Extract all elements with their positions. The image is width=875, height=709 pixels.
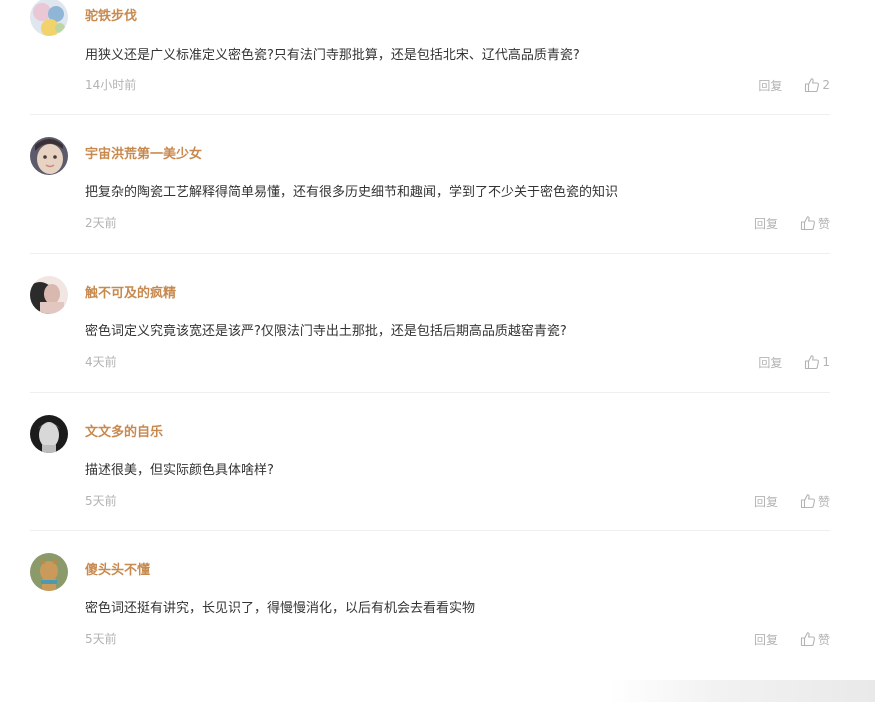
like-button[interactable]: 赞	[800, 631, 830, 648]
like-button[interactable]: 2	[804, 77, 830, 93]
comment-item: 宇宙洪荒第一美少女 把复杂的陶瓷工艺解释得简单易懂，还有很多历史细节和趣闻，学到…	[30, 137, 830, 262]
comment-text: 描述很美，但实际颜色具体啥样?	[85, 463, 274, 478]
divider	[30, 530, 830, 531]
comment-text: 把复杂的陶瓷工艺解释得简单易懂，还有很多历史细节和趣闻，学到了不少关于密色瓷的知…	[85, 185, 619, 200]
comment-actions: 回复 赞	[754, 492, 830, 510]
like-button[interactable]: 赞	[800, 215, 830, 232]
comment-item: 驼铁步伐 用狭义还是广义标准定义密色瓷?只有法门寺那批算，还是包括北宋、辽代高品…	[30, 0, 830, 125]
divider	[30, 392, 830, 393]
reply-button[interactable]: 回复	[758, 354, 782, 371]
username[interactable]: 宇宙洪荒第一美少女	[85, 147, 202, 163]
thumbs-up-icon	[800, 494, 815, 509]
divider	[30, 253, 830, 254]
comment-text: 密色词还挺有讲究，长见识了，得慢慢消化，以后有机会去看看实物	[85, 601, 476, 616]
avatar[interactable]	[30, 276, 68, 314]
watermark-blur	[610, 680, 875, 702]
thumbs-up-icon	[805, 355, 820, 370]
comment-item: 傻头头不懂 密色词还挺有讲究，长见识了，得慢慢消化，以后有机会去看看实物 5天前…	[30, 553, 830, 678]
like-button[interactable]: 赞	[800, 493, 830, 510]
comment-actions: 回复 2	[758, 76, 830, 94]
reply-button[interactable]: 回复	[754, 215, 778, 232]
like-count: 1	[822, 355, 830, 369]
reply-button[interactable]: 回复	[758, 77, 782, 94]
thumbs-up-icon	[800, 632, 815, 647]
comment-item: 触不可及的疯精 密色词定义究竟该宽还是该严?仅限法门寺出土那批，还是包括后期高品…	[30, 276, 830, 401]
like-count: 2	[822, 78, 830, 92]
thumbs-up-icon	[800, 216, 815, 231]
timestamp: 2天前	[85, 216, 117, 230]
like-count: 赞	[817, 494, 830, 509]
username[interactable]: 傻头头不懂	[85, 563, 150, 579]
avatar-image	[30, 553, 68, 591]
avatar[interactable]	[30, 415, 68, 453]
comment-text: 密色词定义究竟该宽还是该严?仅限法门寺出土那批，还是包括后期高品质越窑青瓷?	[85, 324, 567, 339]
like-count: 赞	[817, 216, 830, 231]
timestamp: 14小时前	[85, 78, 137, 92]
avatar-image	[30, 137, 68, 175]
like-count: 赞	[817, 632, 830, 647]
avatar-image	[30, 276, 68, 314]
username[interactable]: 触不可及的疯精	[85, 286, 176, 302]
timestamp: 5天前	[85, 494, 117, 508]
timestamp: 4天前	[85, 355, 117, 369]
username[interactable]: 文文多的自乐	[85, 425, 163, 441]
username[interactable]: 驼铁步伐	[85, 9, 137, 25]
divider	[30, 114, 830, 115]
avatar[interactable]	[30, 553, 68, 591]
reply-button[interactable]: 回复	[754, 631, 778, 648]
thumbs-up-icon	[805, 78, 820, 93]
comment-actions: 回复 赞	[754, 214, 830, 232]
like-button[interactable]: 1	[804, 354, 830, 370]
comment-actions: 回复 1	[758, 353, 830, 371]
reply-button[interactable]: 回复	[754, 493, 778, 510]
timestamp: 5天前	[85, 632, 117, 646]
avatar[interactable]	[30, 0, 68, 36]
comment-item: 文文多的自乐 描述很美，但实际颜色具体啥样? 5天前 回复 赞	[30, 415, 830, 540]
comment-text: 用狭义还是广义标准定义密色瓷?只有法门寺那批算，还是包括北宋、辽代高品质青瓷?	[85, 48, 580, 63]
avatar-image	[30, 415, 68, 453]
avatar[interactable]	[30, 137, 68, 175]
avatar-image	[30, 0, 68, 36]
comment-actions: 回复 赞	[754, 630, 830, 648]
